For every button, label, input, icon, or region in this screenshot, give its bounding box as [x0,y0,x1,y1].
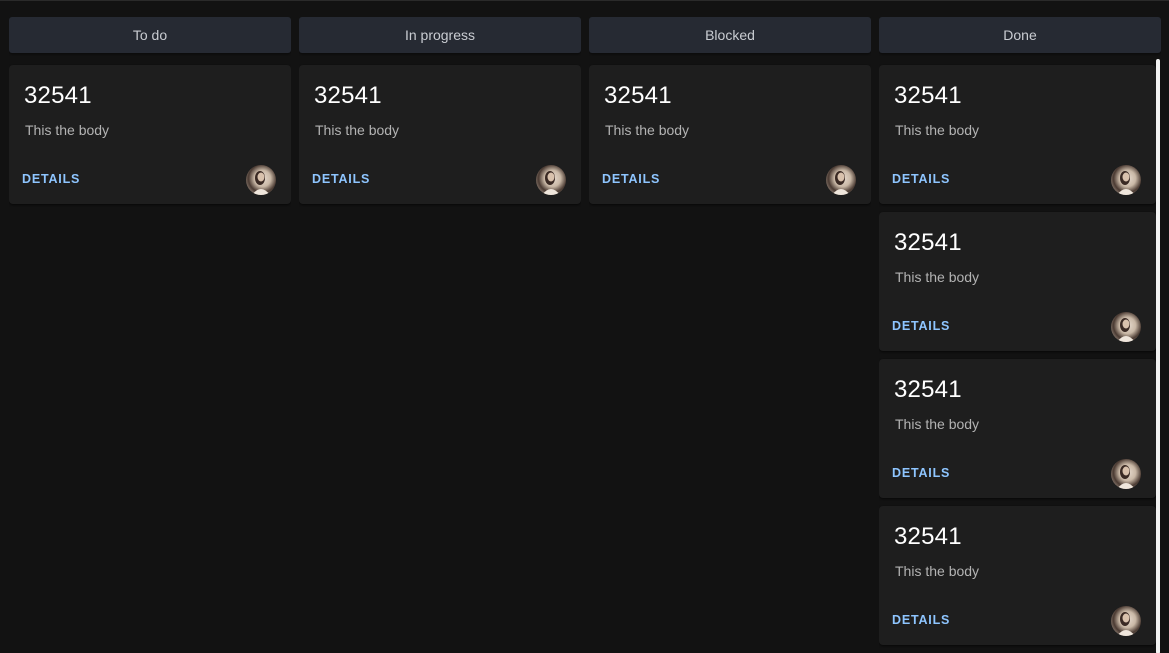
task-card[interactable]: 32541 This the body DETAILS [589,65,871,204]
column-header-done[interactable]: Done [879,17,1161,53]
details-button[interactable]: DETAILS [892,319,950,333]
details-button[interactable]: DETAILS [22,172,80,186]
card-title: 32541 [894,523,962,550]
card-title: 32541 [24,82,92,109]
column-done: Done 32541 This the body DETAILS 32541 T… [879,17,1161,653]
column-todo: To do 32541 This the body DETAILS [9,17,291,653]
card-body: This the body [315,122,400,138]
task-card[interactable]: 32541 This the body DETAILS [9,65,291,204]
avatar[interactable] [246,165,276,195]
card-body: This the body [895,269,980,285]
card-body: This the body [895,416,980,432]
details-button[interactable]: DETAILS [892,466,950,480]
card-list: 32541 This the body DETAILS [589,65,871,204]
avatar[interactable] [1111,606,1141,636]
card-list: 32541 This the body DETAILS 32541 This t… [879,65,1156,645]
task-card[interactable]: 32541 This the body DETAILS [879,359,1156,498]
avatar[interactable] [1111,165,1141,195]
card-title: 32541 [894,376,962,403]
details-button[interactable]: DETAILS [312,172,370,186]
details-button[interactable]: DETAILS [892,172,950,186]
task-card[interactable]: 32541 This the body DETAILS [879,65,1156,204]
avatar[interactable] [1111,459,1141,489]
column-blocked: Blocked 32541 This the body DETAILS [589,17,871,653]
avatar[interactable] [536,165,566,195]
column-in-progress: In progress 32541 This the body DETAILS [299,17,581,653]
details-button[interactable]: DETAILS [602,172,660,186]
card-title: 32541 [894,82,962,109]
card-title: 32541 [604,82,672,109]
column-header-in-progress[interactable]: In progress [299,17,581,53]
column-header-blocked[interactable]: Blocked [589,17,871,53]
column-header-todo[interactable]: To do [9,17,291,53]
card-list: 32541 This the body DETAILS [299,65,581,204]
task-card[interactable]: 32541 This the body DETAILS [879,212,1156,351]
task-card[interactable]: 32541 This the body DETAILS [299,65,581,204]
avatar[interactable] [826,165,856,195]
details-button[interactable]: DETAILS [892,613,950,627]
task-card[interactable]: 32541 This the body DETAILS [879,506,1156,645]
kanban-board: To do 32541 This the body DETAILS In pro… [0,0,1169,653]
card-body: This the body [605,122,690,138]
avatar[interactable] [1111,312,1141,342]
card-title: 32541 [314,82,382,109]
card-title: 32541 [894,229,962,256]
scrollbar[interactable] [1156,59,1160,653]
card-body: This the body [895,563,980,579]
card-list: 32541 This the body DETAILS [9,65,291,204]
card-body: This the body [895,122,980,138]
card-body: This the body [25,122,110,138]
